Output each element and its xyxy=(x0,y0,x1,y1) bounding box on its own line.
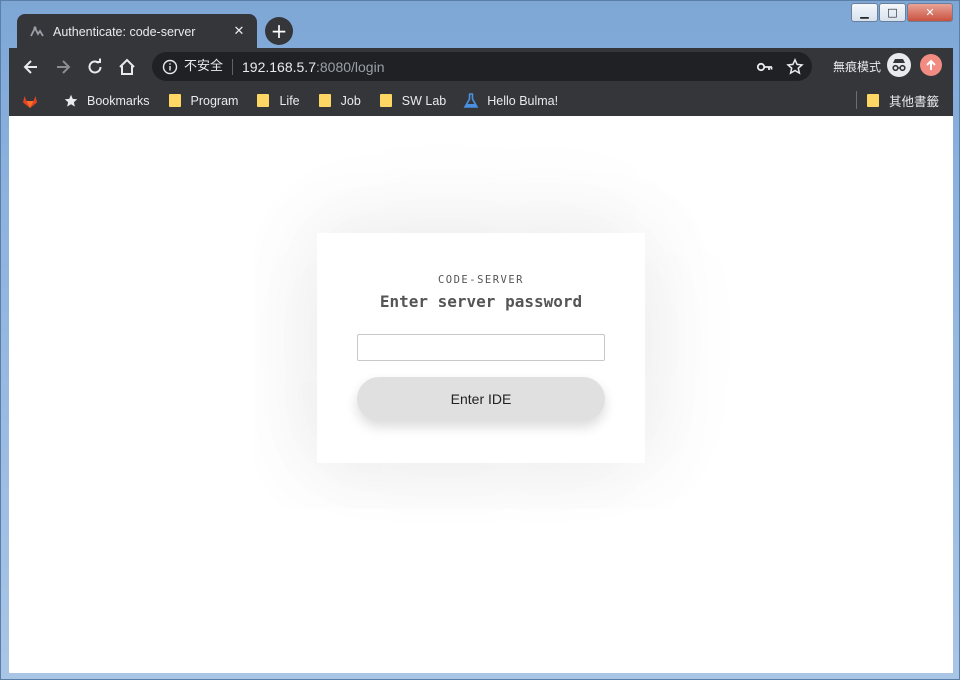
back-button[interactable] xyxy=(15,51,47,83)
other-bookmarks-label: 其他書籤 xyxy=(889,94,940,109)
new-tab-button[interactable]: + xyxy=(265,17,293,45)
incognito-icon[interactable] xyxy=(887,53,911,77)
code-server-favicon-icon xyxy=(30,25,44,36)
bookmark-folder-swlab[interactable]: SW Lab xyxy=(378,93,446,109)
bookmark-label: Program xyxy=(190,93,239,108)
toolbar: 不安全 192.168.5.7 :8080/login 無痕模式 xyxy=(9,48,953,85)
login-card: CODE-SERVER Enter server password Enter … xyxy=(317,233,645,463)
password-input[interactable] xyxy=(357,334,605,361)
arrow-left-icon xyxy=(23,59,37,74)
browser-window: Authenticate: code-server ✕ + ▁ □ ✕ 不安全 … xyxy=(0,0,960,680)
other-bookmarks[interactable]: 其他書籤 xyxy=(867,85,939,116)
key-icon[interactable] xyxy=(756,58,774,76)
reload-button[interactable] xyxy=(79,51,111,83)
incognito-glasses-icon xyxy=(892,59,906,72)
reload-icon xyxy=(88,58,102,73)
minimize-button[interactable]: ▁ xyxy=(851,3,878,22)
tab-strip: Authenticate: code-server ✕ + ▁ □ ✕ xyxy=(1,1,960,49)
tab-title: Authenticate: code-server xyxy=(53,24,196,39)
home-button[interactable] xyxy=(111,51,143,83)
bookmark-label: Bookmarks xyxy=(87,93,150,108)
folder-icon xyxy=(378,93,394,109)
bookmark-label: Job xyxy=(340,93,361,108)
arrow-up-icon xyxy=(926,59,936,70)
login-title: Enter server password xyxy=(379,292,583,311)
update-icon[interactable] xyxy=(920,54,942,76)
folder-icon xyxy=(867,94,879,107)
tab-authenticate[interactable]: Authenticate: code-server ✕ xyxy=(17,14,257,49)
close-window-button[interactable]: ✕ xyxy=(907,3,953,22)
gitlab-icon xyxy=(22,93,38,109)
forward-button[interactable] xyxy=(47,51,79,83)
app-name: CODE-SERVER xyxy=(437,274,525,286)
page-content: CODE-SERVER Enter server password Enter … xyxy=(9,116,953,673)
incognito-label[interactable]: 無痕模式 xyxy=(833,58,881,75)
bookmark-folder-life[interactable]: Life xyxy=(255,93,300,109)
arrow-right-icon xyxy=(57,59,71,74)
home-icon xyxy=(119,58,135,75)
bookmark-hello-bulma[interactable]: Hello Bulma! xyxy=(463,92,559,109)
enter-ide-button[interactable]: Enter IDE xyxy=(357,377,605,421)
bookmark-folder-job[interactable]: Job xyxy=(317,93,361,109)
maximize-button[interactable]: □ xyxy=(879,3,906,22)
bookmarks-bar: Bookmarks Program Life Job SW Lab Hello … xyxy=(9,85,953,116)
bookmark-star-icon[interactable] xyxy=(786,58,804,76)
bookmark-folder-program[interactable]: Program xyxy=(167,93,239,109)
address-bar[interactable]: 不安全 192.168.5.7 :8080/login xyxy=(152,52,812,81)
bookmark-bookmarks[interactable]: Bookmarks xyxy=(63,93,150,109)
info-icon[interactable] xyxy=(162,59,178,75)
bookmarks-separator xyxy=(856,91,857,109)
folder-icon xyxy=(255,93,271,109)
flask-icon xyxy=(463,92,479,109)
bookmark-gitlab[interactable] xyxy=(22,93,46,109)
folder-icon xyxy=(167,93,183,109)
security-status[interactable]: 不安全 xyxy=(184,58,234,75)
url-path: :8080/login xyxy=(315,58,385,75)
url-host: 192.168.5.7 xyxy=(242,58,316,75)
bookmark-label: Hello Bulma! xyxy=(487,93,559,108)
folder-icon xyxy=(317,93,333,109)
star-icon xyxy=(63,93,79,109)
window-controls: ▁ □ ✕ xyxy=(850,3,953,22)
bookmark-label: SW Lab xyxy=(401,93,447,108)
close-icon[interactable]: ✕ xyxy=(231,24,247,39)
bookmark-label: Life xyxy=(279,93,300,108)
